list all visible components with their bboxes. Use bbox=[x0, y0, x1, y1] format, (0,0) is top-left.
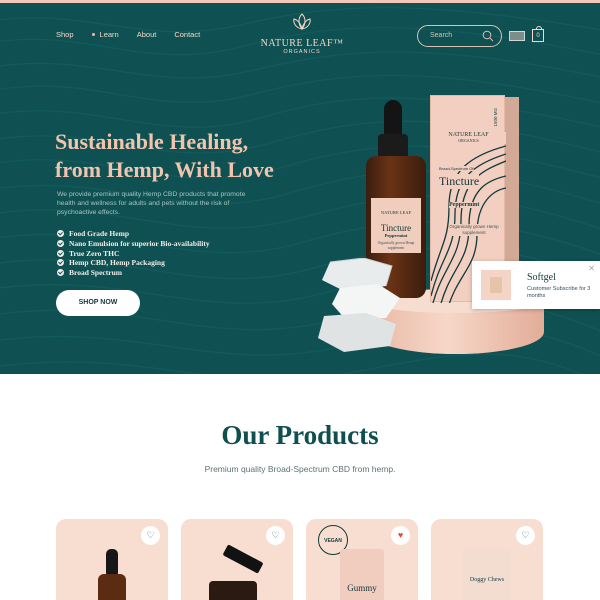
nav-contact-label: Contact bbox=[174, 30, 201, 39]
feature-item: Nano Emulsion for superior Bio-availabil… bbox=[57, 239, 210, 249]
jar-image bbox=[209, 581, 257, 600]
language-flag-icon[interactable] bbox=[509, 31, 525, 41]
cart-count: 0 bbox=[536, 33, 540, 39]
nav-learn[interactable]: Learn bbox=[91, 30, 119, 39]
nav-contact[interactable]: Contact bbox=[174, 30, 200, 39]
nav-shop-label: Shop bbox=[56, 30, 74, 39]
products-title: Our Products bbox=[221, 420, 379, 450]
check-icon bbox=[57, 269, 64, 277]
product-card-gummy[interactable]: ♥ VEGAN Gummy bbox=[306, 519, 418, 600]
heart-icon[interactable]: ♡ bbox=[141, 526, 160, 545]
feature-label: Food Grade Hemp bbox=[69, 229, 129, 239]
box-brand: NATURE LEAF ORGANICS bbox=[431, 132, 506, 144]
bottle-brand: NATURE LEAF bbox=[380, 210, 412, 215]
box-note: Organically grown Hemp supplement bbox=[449, 224, 499, 236]
tincture-bottle-body bbox=[98, 574, 126, 600]
feature-label: True Zero THC bbox=[69, 248, 120, 258]
box-volume: 1500 MG bbox=[493, 108, 498, 127]
shop-now-button[interactable]: SHOP NOW bbox=[56, 290, 140, 316]
feature-item: True Zero THC bbox=[57, 248, 210, 258]
box-brand-sub: ORGANICS bbox=[458, 138, 479, 143]
search-icon[interactable] bbox=[482, 30, 494, 42]
feature-item: Hemp CBD, Hemp Packaging bbox=[57, 258, 210, 268]
box-title: Tincture bbox=[439, 174, 480, 189]
nav-learn-label: Learn bbox=[99, 30, 119, 39]
products-subtitle: Premium quality Broad-Spectrum CBD from … bbox=[204, 464, 396, 474]
hero-description: We provide premium quality Hemp CBD prod… bbox=[57, 191, 246, 216]
nav-about[interactable]: About bbox=[137, 30, 157, 39]
hero-headline-line1: Sustainable Healing, bbox=[55, 129, 249, 154]
hero-headline-line2: from Hemp, With Love bbox=[55, 157, 274, 182]
bottle-title: Tincture bbox=[380, 223, 412, 233]
hero-headline: Sustainable Healing, from Hemp, With Lov… bbox=[55, 128, 325, 184]
product-card-tincture[interactable]: ♡ bbox=[56, 519, 168, 600]
heart-filled-icon[interactable]: ♥ bbox=[391, 526, 410, 545]
product-card-softgel[interactable]: ♡ bbox=[181, 519, 293, 600]
popup-title: Softgel bbox=[527, 272, 556, 283]
heart-icon[interactable]: ♡ bbox=[516, 526, 535, 545]
jar-lid-image bbox=[222, 544, 264, 574]
check-icon bbox=[57, 230, 64, 238]
check-icon bbox=[57, 259, 64, 267]
tincture-bottle-image bbox=[106, 549, 118, 575]
product-card-doggy-chews[interactable]: ♡ Doggy Chews bbox=[431, 519, 543, 600]
feature-item: Broad Spectrum bbox=[57, 268, 210, 278]
doggy-chews-pouch-image bbox=[463, 549, 511, 600]
white-rocks bbox=[318, 258, 400, 352]
lotus-icon bbox=[293, 13, 311, 30]
active-dot bbox=[91, 33, 95, 36]
bottle-note: Organically grown Hemp supplement bbox=[377, 241, 415, 250]
nav-about-label: About bbox=[136, 30, 157, 39]
main-nav: Shop Learn About Contact bbox=[56, 30, 218, 39]
search-placeholder: Search bbox=[430, 32, 453, 39]
logo-name: NATURE LEAF™ bbox=[260, 38, 344, 49]
box-type: Broad-Spectrum Oil bbox=[439, 166, 475, 171]
dropper-cap bbox=[384, 100, 402, 136]
box-flavor: Peppermint bbox=[449, 202, 480, 208]
softgel-pouch-image bbox=[481, 270, 511, 300]
doggy-chews-label: Doggy Chews bbox=[469, 577, 505, 583]
feature-label: Hemp CBD, Hemp Packaging bbox=[69, 258, 165, 268]
logo-subtitle: ORGANICS bbox=[283, 49, 321, 55]
check-icon bbox=[57, 249, 64, 257]
gummy-label: Gummy bbox=[347, 583, 377, 593]
nav-shop[interactable]: Shop bbox=[56, 30, 74, 39]
feature-label: Broad Spectrum bbox=[69, 268, 122, 278]
subscription-popup[interactable]: Softgel Customer Subscribe for 3 months … bbox=[472, 261, 600, 309]
hero-section: Shop Learn About Contact NATURE LEAF™ OR… bbox=[0, 3, 600, 374]
feature-item: Food Grade Hemp bbox=[57, 229, 210, 239]
heart-icon[interactable]: ♡ bbox=[266, 526, 285, 545]
feature-label: Nano Emulsion for superior Bio-availabil… bbox=[69, 239, 210, 249]
check-icon bbox=[57, 240, 64, 248]
close-icon[interactable]: ✕ bbox=[588, 264, 595, 273]
feature-list: Food Grade Hemp Nano Emulsion for superi… bbox=[57, 229, 210, 277]
brand-logo[interactable]: NATURE LEAF™ ORGANICS bbox=[258, 13, 346, 55]
search-input[interactable]: Search bbox=[417, 25, 502, 47]
popup-text: Customer Subscribe for 3 months bbox=[527, 286, 591, 299]
bottle-label: NATURE LEAF Tincture Peppermint Organica… bbox=[371, 198, 421, 253]
cart-icon[interactable]: 0 bbox=[532, 26, 544, 42]
bottle-flavor: Peppermint bbox=[384, 233, 408, 238]
